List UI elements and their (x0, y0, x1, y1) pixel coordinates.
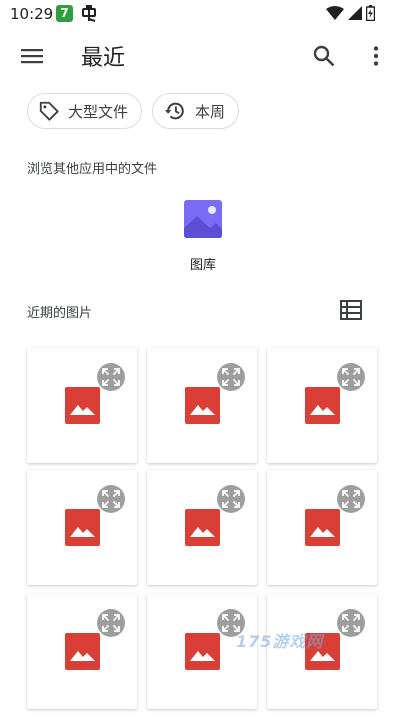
search-icon[interactable] (312, 44, 336, 68)
image-placeholder-icon (185, 387, 220, 424)
expand-icon[interactable] (217, 485, 245, 513)
app-tile-gallery[interactable]: 图库 (173, 200, 233, 273)
more-vert-icon[interactable] (364, 44, 388, 68)
image-thumbnail[interactable] (267, 348, 377, 463)
image-thumbnail[interactable] (27, 594, 137, 709)
expand-icon[interactable] (97, 609, 125, 637)
browse-section-heading: 浏览其他应用中的文件 (27, 162, 158, 177)
chip-large-files[interactable]: 大型文件 (27, 93, 143, 129)
image-thumbnail[interactable] (27, 348, 137, 463)
status-bar: 10:29 7 (0, 0, 405, 28)
image-placeholder-icon (305, 387, 340, 424)
image-thumbnail[interactable] (267, 470, 377, 585)
expand-icon[interactable] (97, 485, 125, 513)
chip-label: 大型文件 (68, 102, 129, 121)
page-title: 最近 (81, 46, 126, 71)
history-icon (164, 102, 184, 120)
image-thumbnail[interactable] (27, 470, 137, 585)
image-placeholder-icon (185, 509, 220, 546)
app-tile-label: 图库 (189, 258, 216, 273)
status-icons (326, 5, 375, 21)
image-thumbnail[interactable] (147, 348, 257, 463)
notification-icon (82, 5, 96, 22)
status-time: 10:29 (10, 5, 54, 23)
gallery-icon (184, 200, 222, 238)
expand-icon[interactable] (337, 609, 365, 637)
expand-icon[interactable] (217, 363, 245, 391)
filter-chips: 大型文件 本周 (27, 93, 240, 129)
image-placeholder-icon (185, 633, 220, 670)
signal-icon (348, 6, 362, 20)
image-placeholder-icon (65, 509, 100, 546)
list-view-icon[interactable] (340, 300, 362, 320)
battery-icon (366, 5, 375, 21)
image-thumbnail[interactable] (147, 470, 257, 585)
image-placeholder-icon (305, 509, 340, 546)
expand-icon[interactable] (337, 363, 365, 391)
menu-icon[interactable] (20, 44, 44, 68)
chip-label: 本周 (195, 102, 226, 121)
image-placeholder-icon (65, 633, 100, 670)
app-bar: 最近 (0, 28, 405, 84)
app-badge-icon: 7 (56, 5, 73, 22)
recent-section-heading: 近期的图片 (27, 306, 93, 321)
chip-this-week[interactable]: 本周 (152, 93, 240, 129)
label-tag-icon (39, 101, 59, 121)
image-placeholder-icon (65, 387, 100, 424)
expand-icon[interactable] (337, 485, 365, 513)
expand-icon[interactable] (97, 363, 125, 391)
watermark-text: 175游戏网 (236, 632, 324, 651)
wifi-icon (326, 6, 344, 20)
